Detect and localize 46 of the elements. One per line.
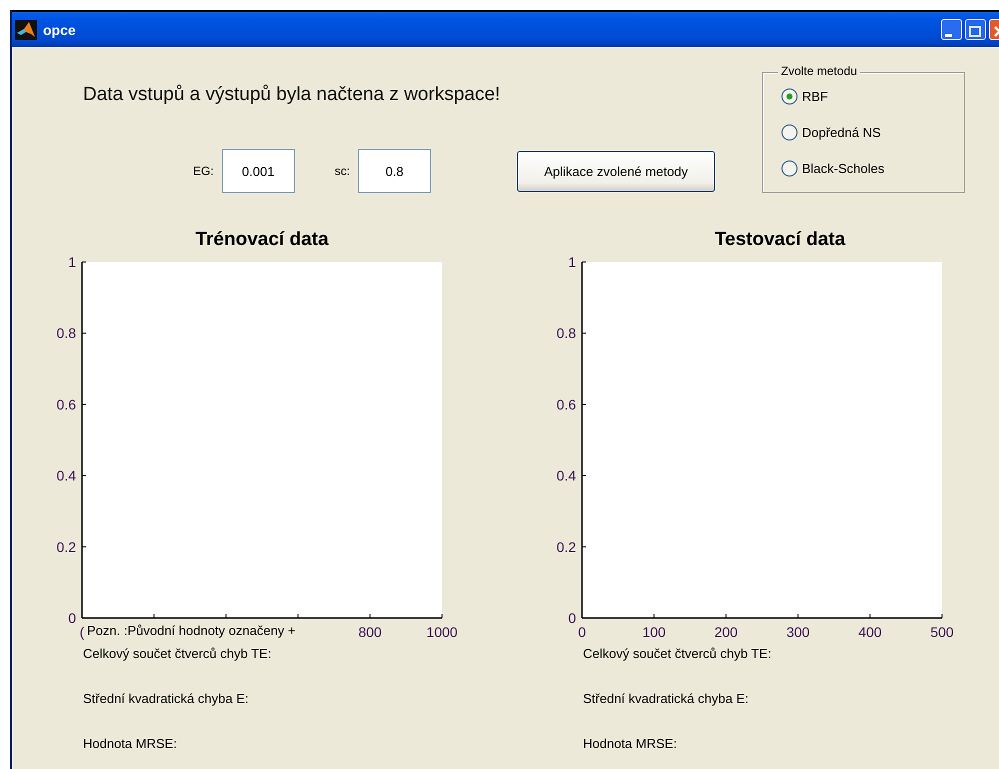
minimize-button[interactable] (941, 19, 962, 40)
axis-tick-label: 200 (714, 624, 738, 640)
chart-title: Testovací data (714, 228, 846, 252)
radio-option[interactable]: Black-Scholes (781, 159, 884, 178)
axis-tick-label: 0.6 (56, 396, 76, 412)
axis-tick-label: 0.8 (556, 325, 576, 342)
input-field[interactable]: 0.001 (222, 149, 295, 193)
app-logo-icon (15, 20, 37, 40)
axis-tick-label: 500 (930, 624, 954, 640)
field-label: EG: (193, 164, 214, 178)
axis-tick-label: 0 (568, 610, 576, 626)
input-field[interactable]: 0.8 (358, 149, 432, 193)
field-label: sc: (334, 164, 350, 178)
result-label: Celkový součet čtverců chyb TE: (583, 645, 772, 662)
axis-tick-label: 1 (68, 254, 76, 270)
result-label: Hodnota MRSE: (583, 735, 678, 752)
result-label: Střední kvadratická chyba E: (83, 690, 250, 707)
chart-title: Trénovací data (194, 228, 330, 252)
result-label: Střední kvadratická chyba E: (583, 690, 750, 707)
axis-tick-label: 0.4 (556, 468, 576, 484)
axis-tick-label: 0.2 (556, 538, 576, 555)
axis-tick-label: ( (80, 624, 84, 640)
group-title: Zvolte metodu (778, 64, 860, 78)
chart-note: Pozn. :Původní hodnoty označeny + (85, 622, 298, 639)
minimize-icon (945, 34, 952, 36)
maximize-button[interactable] (965, 19, 986, 40)
axis-tick-label: 0.2 (56, 538, 76, 555)
window-title: opce (43, 22, 77, 38)
maximize-icon (969, 26, 981, 37)
result-label: Hodnota MRSE: (83, 735, 178, 752)
axis-tick-label: 0.6 (556, 396, 576, 412)
status-message: Data vstupů a výstupů byla načtena z workspace! (82, 83, 502, 107)
axis-tick-label: 300 (786, 624, 810, 640)
radio-option[interactable]: RBF (781, 87, 884, 106)
axis-tick-label: 0 (578, 624, 586, 640)
axis-tick-label: 1000 (426, 624, 458, 640)
axis-tick-label: 0 (68, 610, 76, 626)
axis-tick-label: 400 (858, 624, 882, 640)
axis-tick-label: 800 (358, 624, 382, 640)
axis-tick-label: 100 (642, 624, 666, 640)
radio-option[interactable]: Dopředná NS (781, 123, 884, 142)
axis-tick-label: 1 (568, 254, 576, 270)
result-label: Celkový součet čtverců chyb TE: (83, 645, 272, 662)
axis-tick-label: 0.4 (56, 468, 76, 484)
apply-button[interactable]: Aplikace zvolené metody (517, 150, 716, 192)
axis-tick-label: 0.8 (56, 325, 76, 342)
